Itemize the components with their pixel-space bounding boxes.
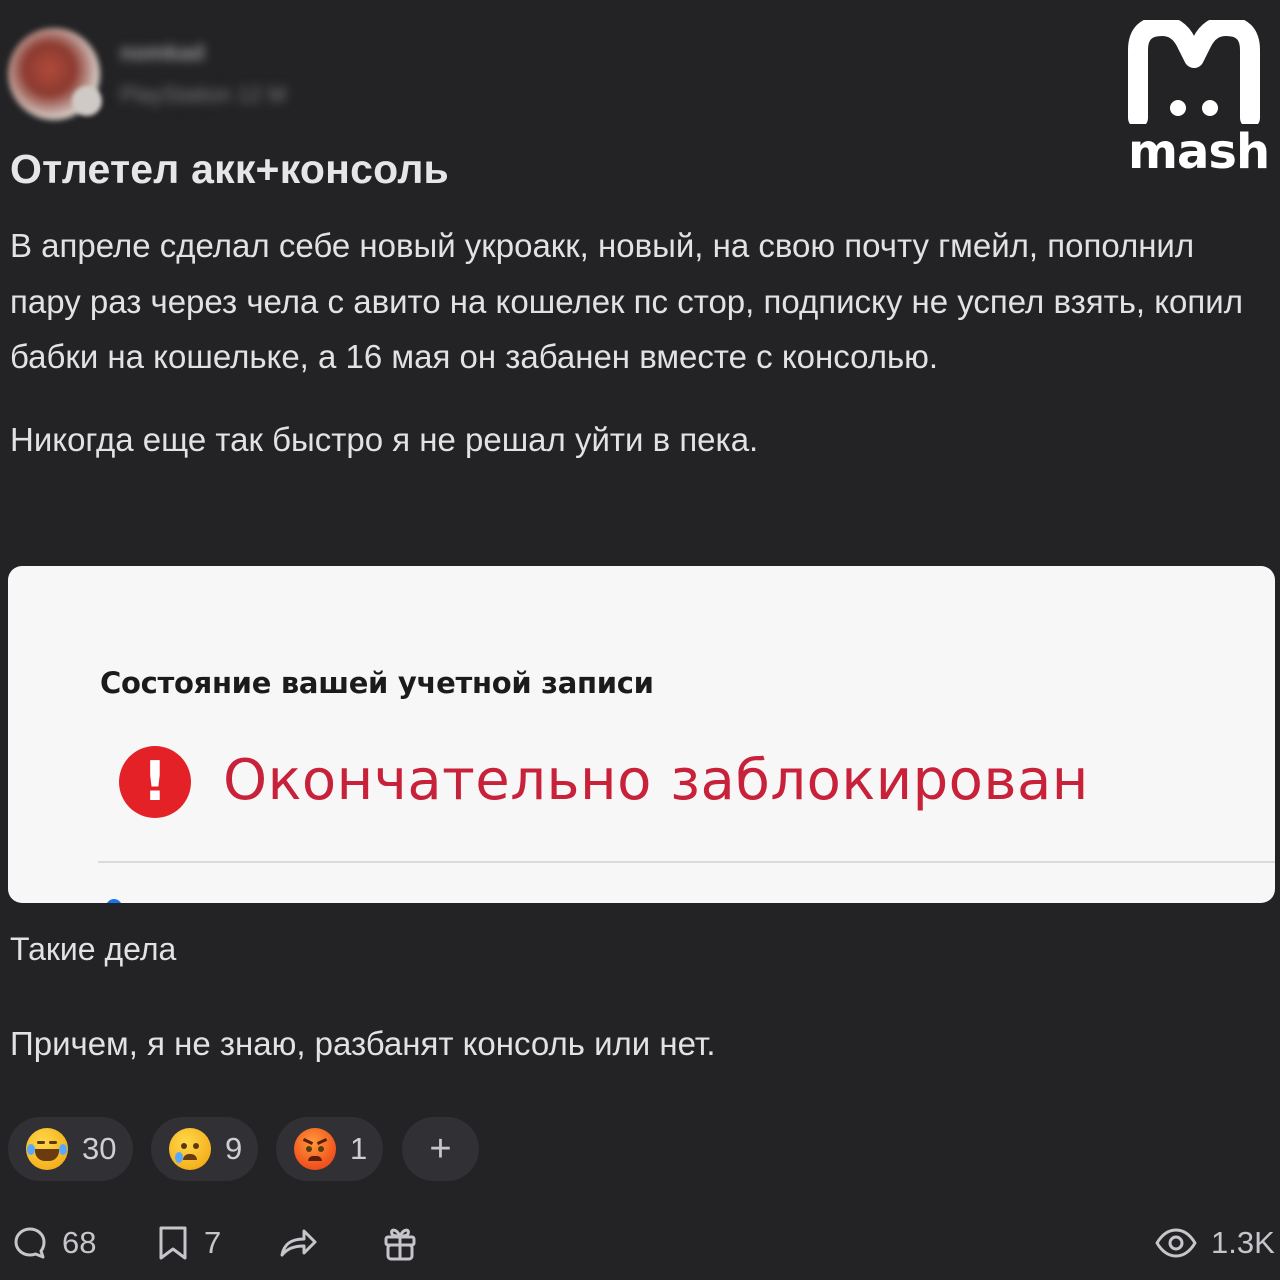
reaction-laughing[interactable]: 30 xyxy=(8,1117,133,1181)
views-count: 1.3K xyxy=(1211,1225,1275,1260)
mash-wordmark: mash xyxy=(1128,124,1270,180)
post-paragraph: В апреле сделал себе новый укроакк, новы… xyxy=(10,227,1243,375)
angry-icon xyxy=(294,1128,336,1170)
bookmarks-count: 7 xyxy=(204,1225,222,1260)
post-paragraph: Причем, я не знаю, разбанят консоль или … xyxy=(10,1025,716,1062)
views-indicator: 1.3K xyxy=(1155,1215,1275,1271)
laughing-tears-icon xyxy=(26,1128,68,1170)
post-header: nomkad PlayStation 12 M xyxy=(8,28,408,120)
comments-button[interactable]: 68 xyxy=(12,1215,96,1271)
attached-image[interactable]: Состояние вашей учетной записи ! Окончат… xyxy=(8,566,1275,903)
share-arrow-icon xyxy=(280,1229,317,1257)
eye-icon xyxy=(1155,1228,1197,1258)
alert-icon: ! xyxy=(119,746,191,818)
gift-icon xyxy=(384,1228,416,1261)
post-body: В апреле сделал себе новый укроакк, новы… xyxy=(10,218,1260,467)
gift-button[interactable] xyxy=(382,1215,418,1271)
mash-logo: mash xyxy=(1128,20,1270,180)
divider xyxy=(98,861,1275,863)
author-name[interactable]: nomkad xyxy=(120,40,240,65)
share-button[interactable] xyxy=(278,1215,318,1271)
cropped-element xyxy=(106,899,122,903)
mash-m-icon xyxy=(1128,20,1260,124)
avatar-badge-icon xyxy=(72,86,102,116)
action-bar: 68 7 1.3K xyxy=(0,1215,1280,1271)
bookmark-button[interactable]: 7 xyxy=(156,1215,221,1271)
post-paragraph: Такие дела xyxy=(10,931,177,967)
post-paragraph: Никогда еще так быстро я не решал уйти в… xyxy=(10,420,759,458)
comment-icon xyxy=(14,1227,46,1259)
post-title: Отлетел акк+консоль xyxy=(10,146,449,192)
reaction-count: 1 xyxy=(350,1131,368,1166)
account-status-heading: Состояние вашей учетной записи xyxy=(100,666,654,700)
bookmark-icon xyxy=(159,1226,187,1260)
reaction-angry[interactable]: 1 xyxy=(276,1117,383,1181)
add-reaction-button[interactable]: + xyxy=(402,1117,479,1181)
author-meta: PlayStation 12 M xyxy=(120,82,287,107)
reaction-crying[interactable]: 9 xyxy=(151,1117,258,1181)
reaction-count: 30 xyxy=(82,1131,117,1166)
reaction-count: 9 xyxy=(225,1131,243,1166)
comments-count: 68 xyxy=(62,1225,97,1260)
crying-icon xyxy=(169,1128,211,1170)
account-status-text: Окончательно заблокирован xyxy=(223,748,1089,813)
